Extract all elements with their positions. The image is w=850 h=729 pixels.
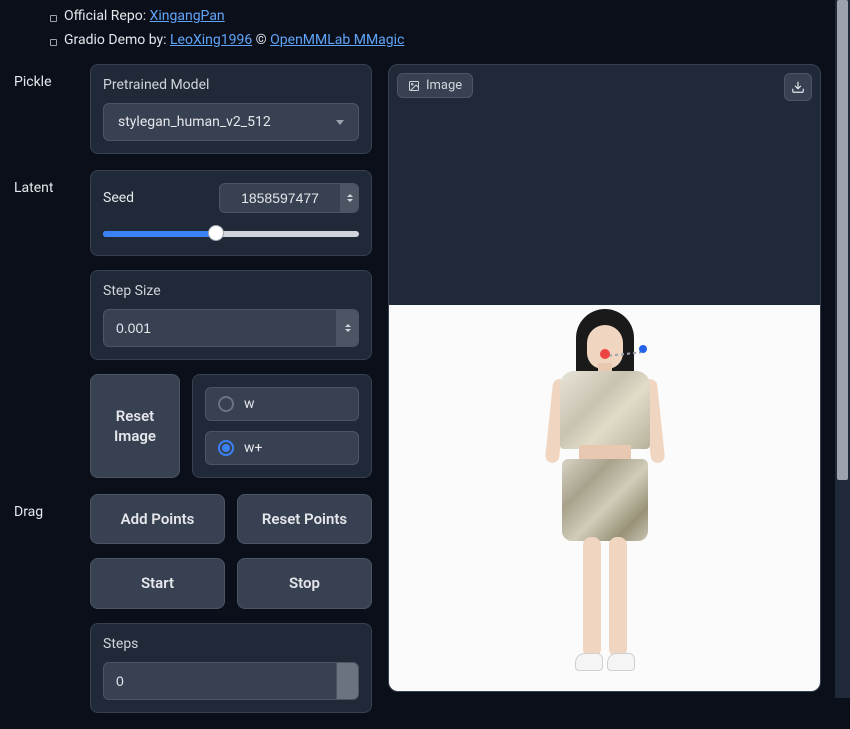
reset-image-button[interactable]: Reset Image xyxy=(90,374,180,478)
image-tag-label: Image xyxy=(426,78,462,93)
demo-credit-line: Gradio Demo by: LeoXing1996 © OpenMMLab … xyxy=(50,28,835,52)
seed-stepper[interactable] xyxy=(340,184,358,212)
steps-panel: Steps xyxy=(90,623,372,713)
image-tag: Image xyxy=(397,73,473,98)
demo-prefix: Gradio Demo by: xyxy=(64,32,170,48)
stepper-down-icon xyxy=(347,199,353,202)
image-output-panel: Image xyxy=(388,64,821,692)
start-button[interactable]: Start xyxy=(90,558,225,608)
pretrained-model-panel: Pretrained Model stylegan_human_v2_512 xyxy=(90,64,372,154)
org-link[interactable]: OpenMMLab MMagic xyxy=(270,32,404,48)
target-point-icon xyxy=(639,345,647,353)
seed-input-wrapper xyxy=(219,183,359,213)
radio-dot-unchecked xyxy=(218,396,234,412)
radio-w-label: w xyxy=(244,396,255,412)
seed-input[interactable] xyxy=(220,184,340,212)
radio-w-plus[interactable]: w+ xyxy=(205,431,359,465)
image-icon xyxy=(408,80,420,92)
slider-fill xyxy=(103,231,216,237)
drag-section-label: Drag xyxy=(14,494,78,713)
pretrained-model-select[interactable]: stylegan_human_v2_512 xyxy=(103,103,359,141)
radio-dot-checked xyxy=(218,440,234,456)
stepper-up-icon xyxy=(345,324,351,327)
stepper-up-icon xyxy=(347,194,353,197)
radio-w[interactable]: w xyxy=(205,387,359,421)
pretrained-model-value: stylegan_human_v2_512 xyxy=(118,114,271,130)
download-icon xyxy=(791,80,805,94)
slider-thumb[interactable] xyxy=(208,225,224,241)
handle-point-icon xyxy=(600,349,610,359)
pretrained-model-label: Pretrained Model xyxy=(103,77,359,93)
header-credits-list: Official Repo: XingangPan Gradio Demo by… xyxy=(0,0,835,64)
reset-points-button[interactable]: Reset Points xyxy=(237,494,372,544)
latent-section-label: Latent xyxy=(14,170,78,478)
official-repo-line: Official Repo: XingangPan xyxy=(50,4,835,28)
generated-image[interactable] xyxy=(389,305,820,691)
scrollbar-thumb[interactable] xyxy=(837,0,848,480)
figure-illustration xyxy=(525,305,685,691)
seed-slider[interactable] xyxy=(103,223,359,243)
step-size-input-wrapper xyxy=(103,309,359,347)
add-points-button[interactable]: Add Points xyxy=(90,494,225,544)
copyright-text: © xyxy=(252,32,270,48)
demo-author-link[interactable]: LeoXing1996 xyxy=(170,32,252,48)
latent-space-radio-group: w w+ xyxy=(192,374,372,478)
seed-label: Seed xyxy=(103,190,134,206)
download-button[interactable] xyxy=(784,73,812,101)
step-size-label: Step Size xyxy=(103,283,359,299)
seed-panel: Seed xyxy=(90,170,372,256)
steps-input[interactable] xyxy=(104,663,336,699)
steps-label: Steps xyxy=(103,636,359,652)
repo-link[interactable]: XingangPan xyxy=(150,8,225,24)
chevron-down-icon xyxy=(336,120,344,125)
page-scrollbar[interactable] xyxy=(835,0,850,698)
step-size-stepper[interactable] xyxy=(336,310,358,346)
radio-wplus-label: w+ xyxy=(244,440,262,456)
steps-input-wrapper xyxy=(103,662,359,700)
stop-button[interactable]: Stop xyxy=(237,558,372,608)
steps-stepper[interactable] xyxy=(336,663,358,699)
step-size-input[interactable] xyxy=(104,310,336,346)
stepper-down-icon xyxy=(345,329,351,332)
repo-prefix: Official Repo: xyxy=(64,8,150,24)
step-size-panel: Step Size xyxy=(90,270,372,360)
pickle-section-label: Pickle xyxy=(14,64,78,154)
